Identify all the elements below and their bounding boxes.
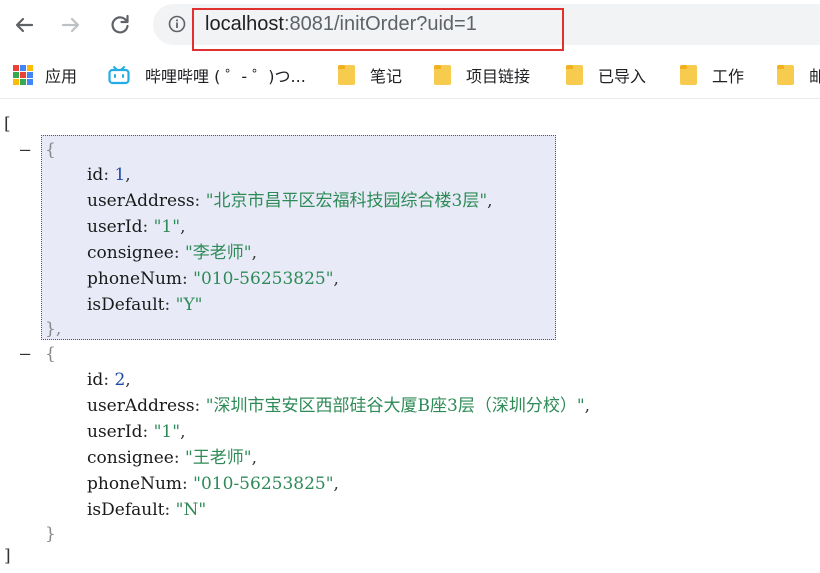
field-value: "李老师": [184, 243, 252, 263]
site-info-icon[interactable]: [168, 15, 186, 33]
json-field: isDefault: "N": [87, 500, 207, 520]
collapse-toggle-icon[interactable]: –: [20, 344, 30, 364]
folder-icon: [434, 65, 451, 85]
json-field: consignee: "王老师",: [87, 448, 258, 468]
array-open-bracket: [: [4, 114, 11, 134]
forward-arrow-icon[interactable]: [58, 12, 84, 38]
bookmark-label: 笔记: [370, 67, 403, 86]
bilibili-icon: [108, 65, 130, 85]
field-value: "北京市昌平区宏福科技园综合楼3层": [205, 191, 488, 211]
bookmark-apps[interactable]: 应用: [13, 63, 77, 87]
bookmark-label: 工作: [712, 67, 745, 86]
field-value: "Y": [175, 295, 203, 315]
bookmark-imported[interactable]: 已导入: [566, 63, 646, 87]
field-key: userId: [87, 217, 143, 237]
field-value: "王老师": [184, 448, 252, 468]
field-key: consignee: [87, 448, 174, 468]
bookmark-label: 哔哩哔哩 ( ゜- ゜)つ...: [145, 67, 306, 86]
json-field: phoneNum: "010-56253825",: [87, 269, 339, 289]
browser-toolbar: localhost:8081/initOrder?uid=1: [0, 0, 820, 52]
folder-icon: [777, 65, 794, 85]
collapse-toggle-icon[interactable]: –: [20, 140, 30, 160]
url-path: :8081/initOrder?uid=1: [283, 13, 477, 35]
bookmark-label: 已导入: [598, 67, 647, 86]
folder-icon: [566, 65, 583, 85]
field-value: 1: [114, 165, 126, 185]
bookmark-notes[interactable]: 笔记: [338, 63, 402, 87]
field-key: userAddress: [87, 191, 195, 211]
json-field: id: 1,: [87, 165, 131, 185]
field-value: "1": [153, 217, 181, 237]
field-value: "010-56253825": [193, 474, 334, 494]
json-field: userAddress: "深圳市宝安区西部硅谷大厦B座3层（深圳分校）",: [87, 396, 591, 416]
field-value: "N": [175, 500, 207, 520]
json-field: phoneNum: "010-56253825",: [87, 474, 339, 494]
array-close-bracket: ]: [4, 546, 11, 566]
field-key: phoneNum: [87, 269, 183, 289]
json-viewer: [ – { id: 1, userAddress: "北京市昌平区宏福科技园综合…: [0, 100, 820, 573]
bookmark-mail[interactable]: 邮: [777, 63, 820, 87]
field-value: "010-56253825": [193, 269, 334, 289]
json-field: userAddress: "北京市昌平区宏福科技园综合楼3层",: [87, 191, 493, 211]
folder-icon: [680, 65, 697, 85]
field-key: userId: [87, 422, 143, 442]
folder-icon: [338, 65, 355, 85]
object-open-brace: {: [45, 344, 56, 364]
url-host: localhost: [205, 13, 284, 35]
bookmark-label: 应用: [45, 67, 78, 86]
back-arrow-icon[interactable]: [11, 12, 37, 38]
field-key: id: [87, 370, 104, 390]
field-value: "深圳市宝安区西部硅谷大厦B座3层（深圳分校）": [205, 396, 585, 416]
json-field: consignee: "李老师",: [87, 243, 258, 263]
field-key: id: [87, 165, 104, 185]
field-key: consignee: [87, 243, 174, 263]
bookmark-work[interactable]: 工作: [680, 63, 744, 87]
json-field: id: 2,: [87, 370, 131, 390]
bookmark-project-links[interactable]: 项目链接: [434, 63, 530, 87]
bookmarks-bar: 应用 哔哩哔哩 ( ゜- ゜)つ... 笔记 项目链接 已导入 工作 邮: [0, 52, 820, 99]
json-field: userId: "1",: [87, 422, 186, 442]
object-open-brace: {: [45, 140, 56, 160]
field-key: phoneNum: [87, 474, 183, 494]
json-field: userId: "1",: [87, 217, 186, 237]
field-value: "1": [153, 422, 181, 442]
field-value: 2: [114, 370, 126, 390]
reload-icon[interactable]: [107, 12, 133, 38]
field-key: isDefault: [87, 500, 165, 520]
object-close-brace: },: [45, 319, 62, 339]
url-text[interactable]: localhost:8081/initOrder?uid=1: [205, 13, 477, 36]
field-key: userAddress: [87, 396, 195, 416]
json-field: isDefault: "Y": [87, 295, 203, 315]
field-key: isDefault: [87, 295, 165, 315]
apps-grid-icon: [13, 65, 33, 85]
bookmark-bilibili[interactable]: 哔哩哔哩 ( ゜- ゜)つ...: [108, 63, 306, 87]
bookmark-label: 邮: [809, 67, 820, 86]
bookmark-label: 项目链接: [466, 67, 531, 86]
object-close-brace: }: [45, 524, 56, 544]
